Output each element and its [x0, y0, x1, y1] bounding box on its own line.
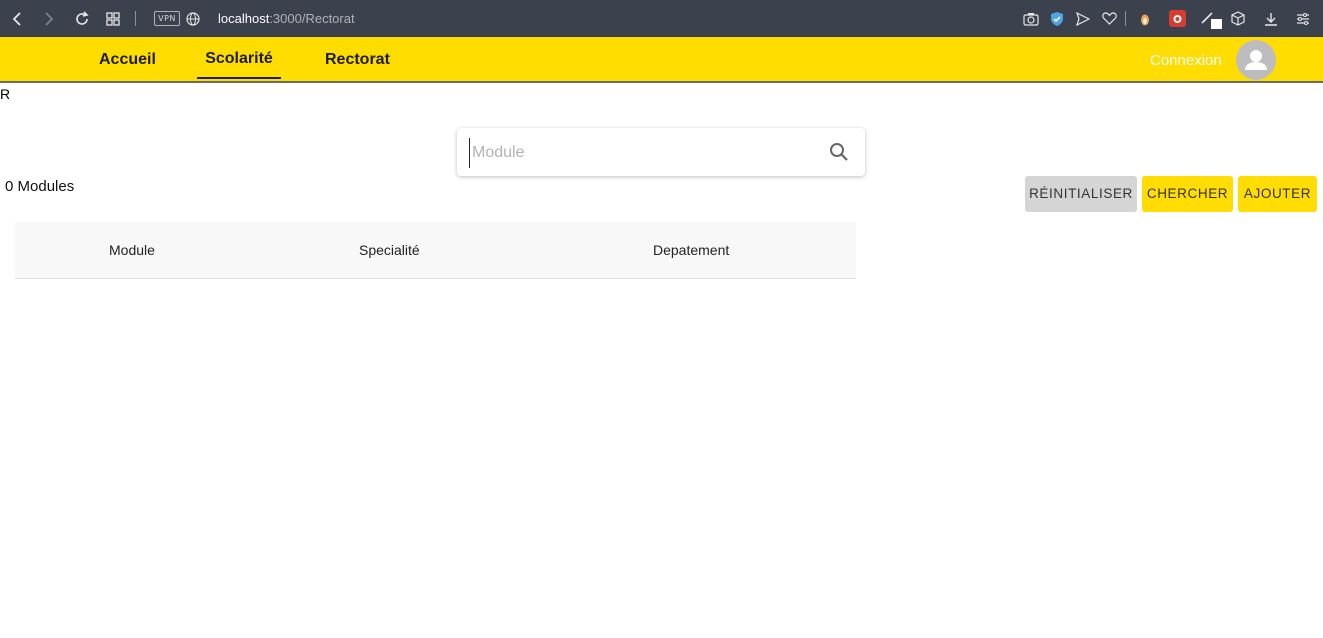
search-input[interactable] — [469, 138, 814, 168]
column-header-specialite[interactable]: Specialité — [359, 222, 420, 278]
module-count: 0 Modules — [5, 178, 75, 195]
reset-button[interactable]: RÉINITIALISER — [1025, 176, 1137, 212]
tabs-grid-icon[interactable] — [104, 0, 122, 37]
avatar[interactable] — [1236, 40, 1276, 80]
add-button[interactable]: AJOUTER — [1238, 176, 1317, 212]
search-box — [457, 128, 865, 176]
extension-pen-icon[interactable] — [1199, 0, 1223, 37]
address-bar[interactable]: localhost:3000/Rectorat — [218, 0, 355, 37]
search-icon[interactable] — [827, 140, 851, 164]
url-path: :3000/Rectorat — [269, 11, 355, 26]
reload-icon[interactable] — [73, 0, 91, 37]
heart-icon[interactable] — [1100, 0, 1118, 37]
shield-icon[interactable] — [1048, 0, 1066, 37]
camera-icon[interactable] — [1022, 0, 1040, 37]
extension-red-icon[interactable] — [1167, 0, 1187, 37]
person-icon — [1245, 50, 1267, 70]
globe-icon — [185, 0, 201, 37]
vpn-badge[interactable]: VPN — [154, 11, 180, 26]
extension-flame-icon[interactable] — [1137, 0, 1153, 37]
download-icon[interactable] — [1262, 0, 1280, 37]
nav-link-scolarite[interactable]: Scolarité — [197, 37, 281, 79]
search-button[interactable]: CHERCHER — [1142, 176, 1233, 212]
url-host: localhost — [218, 11, 270, 26]
settings-menu-icon[interactable] — [1294, 0, 1312, 37]
nav-link-accueil[interactable]: Accueil — [99, 37, 156, 81]
back-icon[interactable] — [8, 0, 26, 37]
cube-icon[interactable] — [1229, 0, 1247, 37]
forward-icon[interactable] — [40, 0, 58, 37]
column-header-departement[interactable]: Depatement — [653, 222, 729, 278]
send-icon[interactable] — [1074, 0, 1092, 37]
column-header-module[interactable]: Module — [109, 222, 155, 278]
toolbar-divider — [1125, 11, 1126, 26]
table-header: Module Specialité Depatement — [15, 222, 856, 279]
nav-link-rectorat[interactable]: Rectorat — [325, 37, 390, 81]
toolbar-divider — [135, 11, 136, 26]
app-navbar: Accueil Scolarité Rectorat Connexion — [0, 37, 1323, 83]
browser-toolbar: VPN localhost:3000/Rectorat — [0, 0, 1323, 37]
stray-text: R — [0, 86, 11, 102]
login-link[interactable]: Connexion — [1150, 37, 1222, 81]
